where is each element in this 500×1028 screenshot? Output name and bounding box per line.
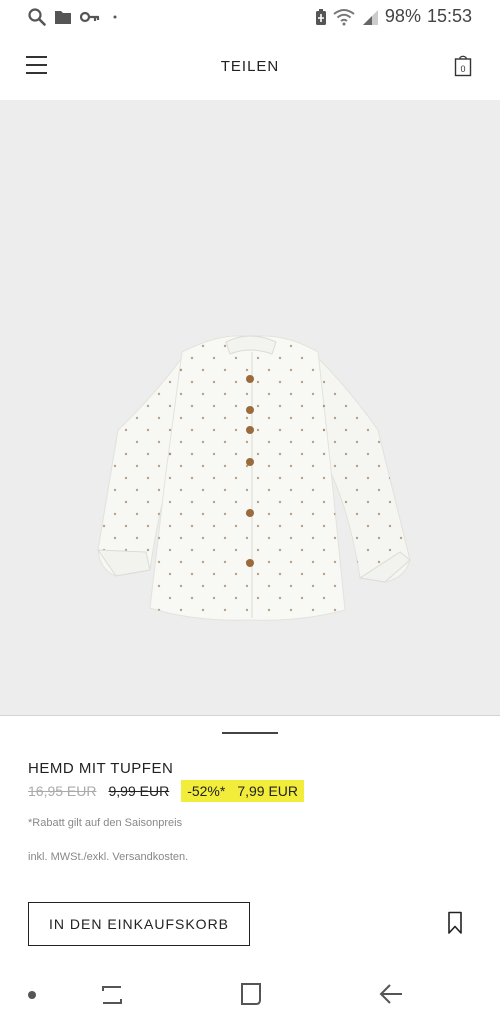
discount-disclaimer: *Rabatt gilt auf den Saisonpreis — [28, 817, 183, 829]
price-original: 16,95 EUR — [28, 783, 97, 799]
clock: 15:53 — [426, 6, 472, 26]
discount-percent: -52%* — [187, 783, 226, 799]
status-left-icons — [28, 8, 118, 26]
add-to-cart-button[interactable]: IN DEN EINKAUFSKORB — [28, 902, 250, 946]
status-right-icons: 98% 15:53 — [315, 6, 472, 27]
bookmark-icon[interactable] — [447, 911, 463, 935]
sheet-drag-handle[interactable] — [222, 732, 278, 734]
price-final: 7,99 EUR — [237, 783, 299, 799]
price-season: 9,99 EUR — [108, 783, 170, 799]
system-nav-bar — [0, 960, 500, 1028]
price-row: 16,95 EUR 9,99 EUR -52%* 7,99 EUR — [28, 780, 305, 802]
cart-count: 0 — [460, 64, 465, 74]
discount-badge: -52%* 7,99 EUR — [181, 780, 305, 802]
dot-icon[interactable] — [28, 991, 36, 999]
folder-icon — [55, 11, 71, 24]
vat-shipping-note[interactable]: inkl. MWSt./exkl. Versandkosten. — [28, 851, 188, 863]
signal-icon — [362, 9, 378, 25]
product-info-sheet: HEMD MIT TUPFEN 16,95 EUR 9,99 EUR -52%*… — [0, 715, 500, 960]
search-icon — [28, 8, 46, 26]
product-title: HEMD MIT TUPFEN — [28, 760, 174, 777]
product-image[interactable] — [0, 100, 500, 715]
status-bar: 98% 15:53 — [0, 0, 500, 36]
share-label[interactable]: TEILEN — [0, 58, 500, 75]
battery-percent: 98% — [384, 6, 421, 26]
home-icon[interactable] — [239, 981, 263, 1007]
shopping-bag-icon[interactable]: 0 — [454, 55, 472, 77]
key-icon — [80, 11, 100, 23]
battery-saver-icon — [315, 8, 326, 25]
app-header: TEILEN 0 — [0, 36, 500, 100]
wifi-icon — [333, 8, 355, 25]
back-icon[interactable] — [378, 982, 404, 1006]
shirt-illustration — [97, 335, 411, 621]
dot-icon — [113, 15, 117, 19]
recent-apps-icon[interactable] — [99, 982, 125, 1008]
